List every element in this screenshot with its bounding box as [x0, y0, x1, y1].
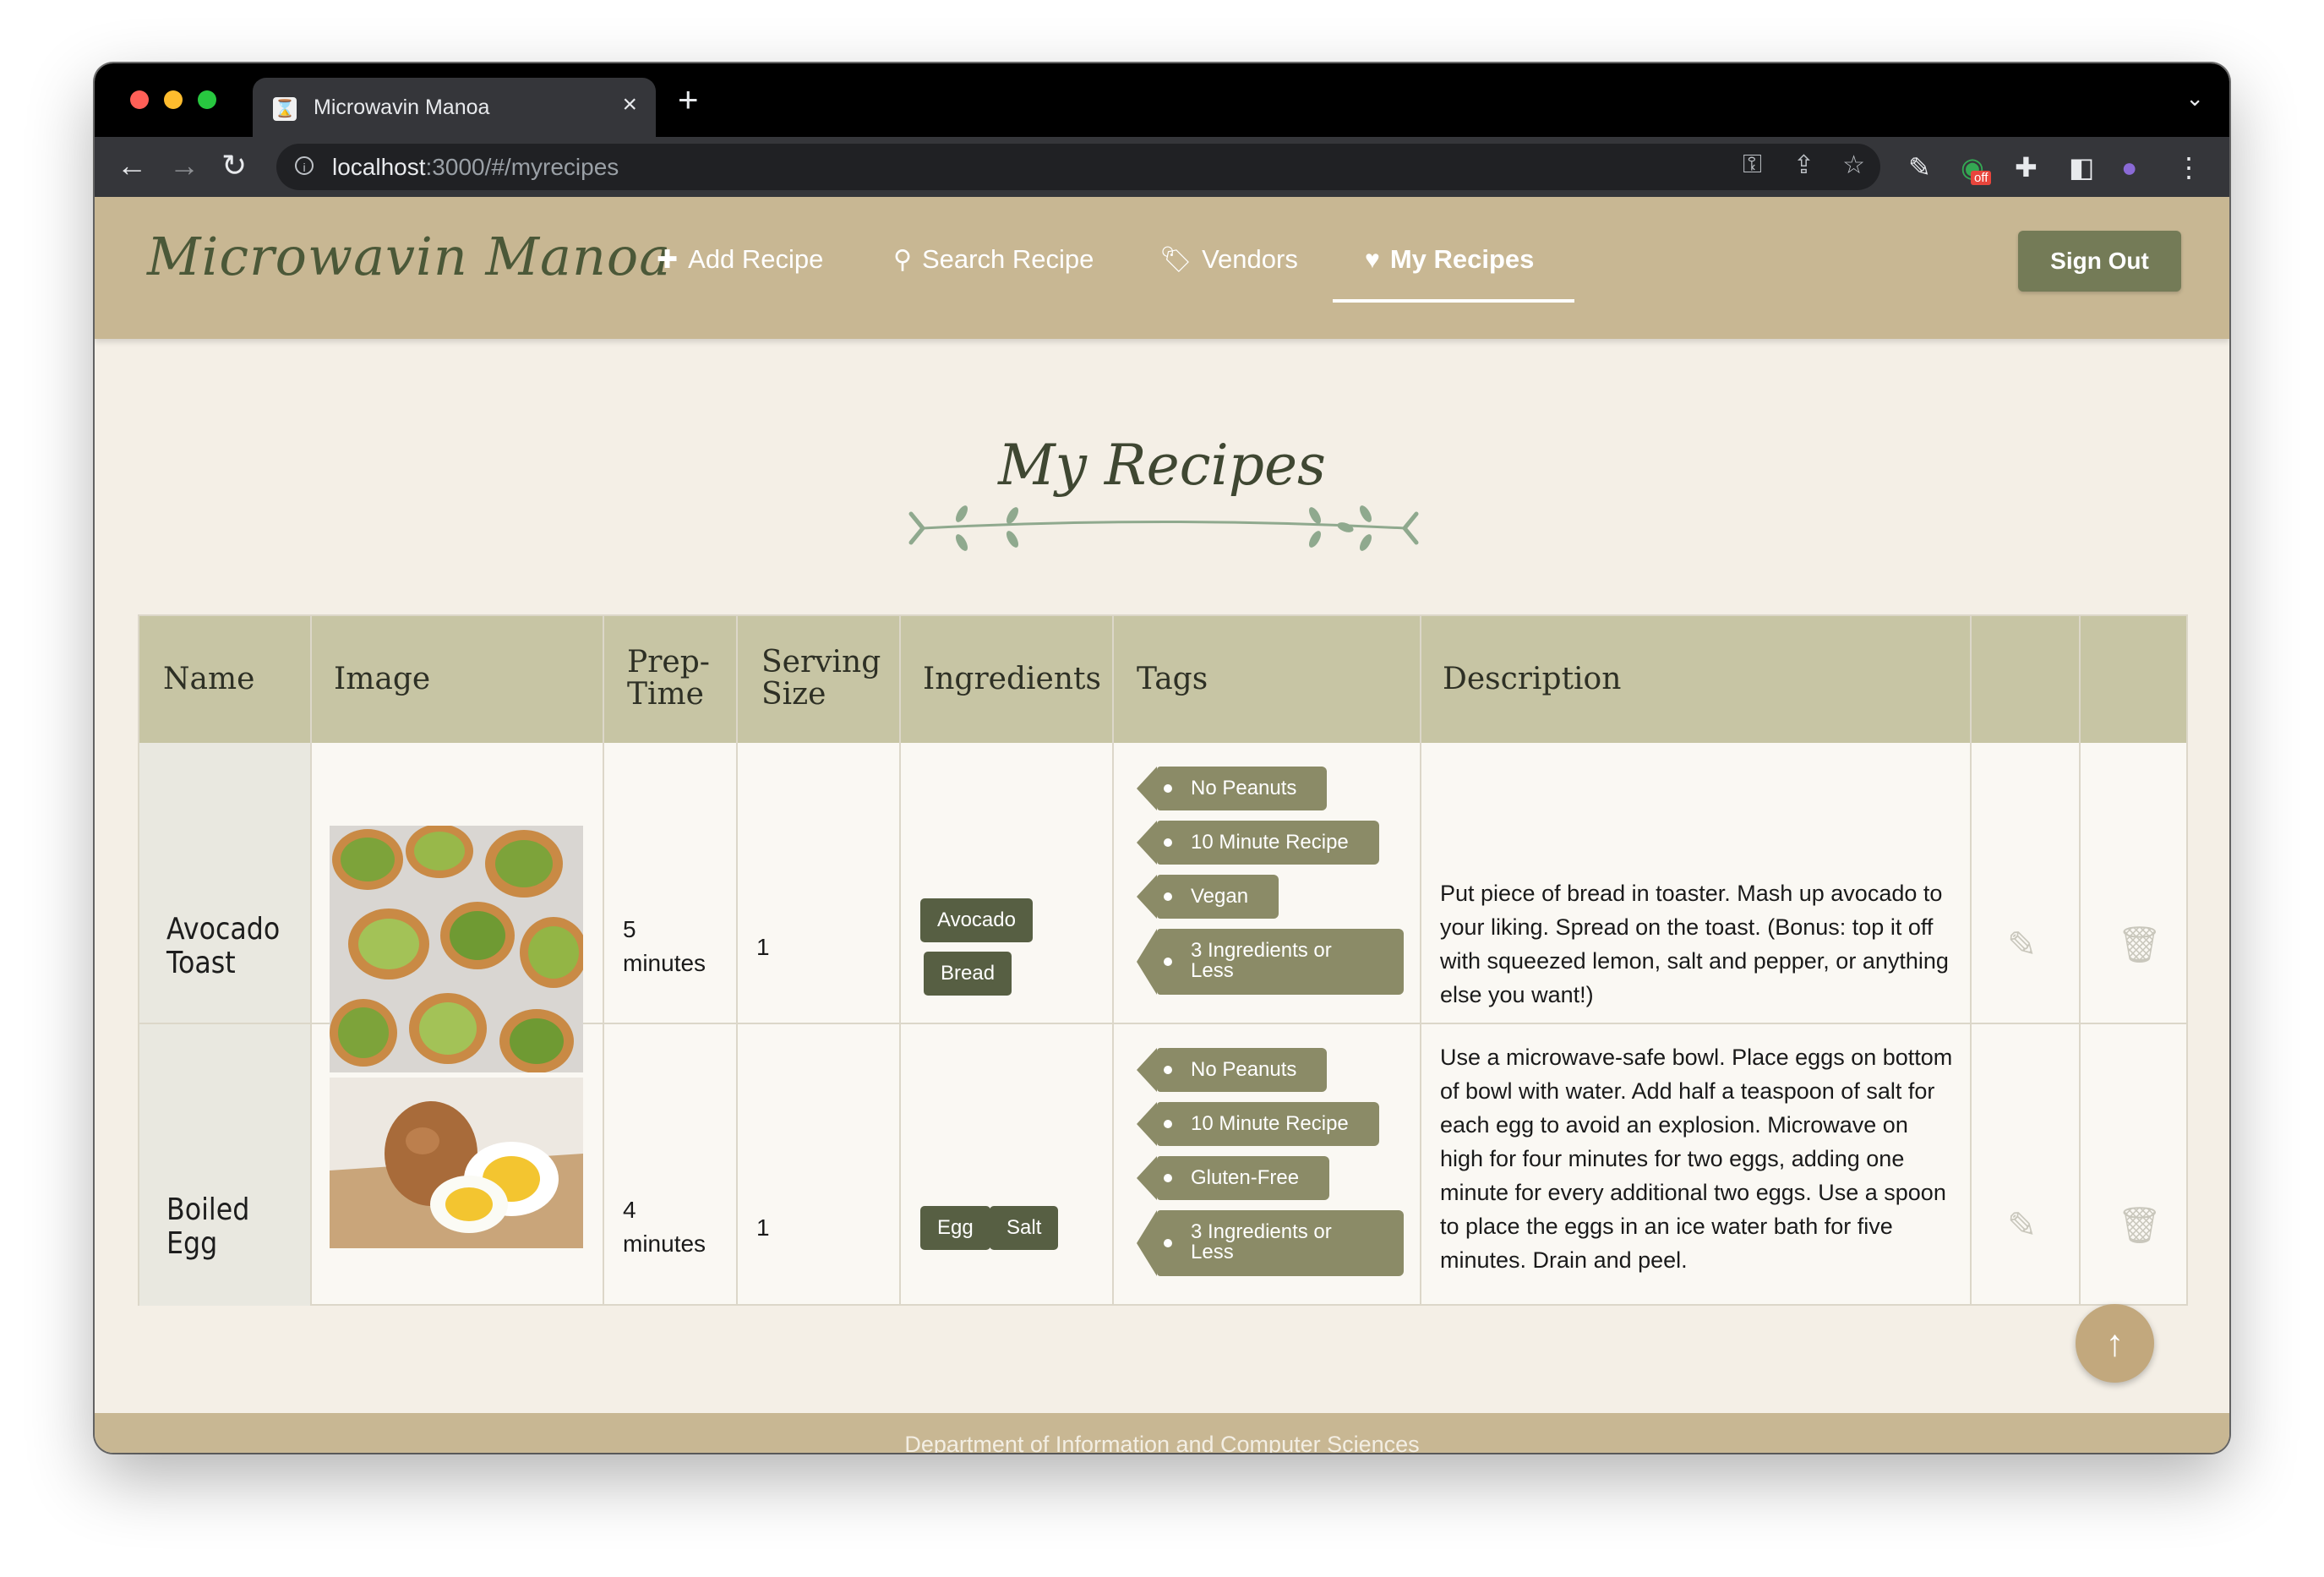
header-ingredients: Ingredients	[923, 662, 1101, 696]
maximize-window-button[interactable]	[198, 90, 216, 109]
trash-icon[interactable]: 🗑	[2117, 927, 2162, 963]
tag-label: 3 Ingredients or Less	[1137, 929, 1404, 995]
scroll-to-top-button[interactable]: ↑	[2076, 1304, 2154, 1383]
header-serving-size: Serving Size	[761, 645, 881, 712]
tag-label: 10 Minute Recipe	[1137, 1102, 1379, 1146]
tag-label: Gluten-Free	[1136, 1156, 1330, 1200]
app-navbar: Microwavin Manoa ✚ Add Recipe ⚲ Search Rec…	[95, 197, 2229, 339]
column-divider	[899, 616, 901, 1304]
url-text[interactable]: localhost:3000/#/myrecipes	[332, 154, 619, 181]
tab-title: Microwavin Manoa	[314, 95, 490, 119]
extension-badge: off	[1971, 171, 1992, 185]
column-divider	[736, 616, 738, 1304]
brand-logo[interactable]: Microwavin Manoa	[147, 226, 671, 287]
sign-out-button[interactable]: Sign Out	[2018, 231, 2181, 292]
forward-arrow-icon[interactable]: →	[169, 147, 199, 184]
browser-tab-bar: ⌛ Microwavin Manoa × + ⌄	[95, 63, 2229, 137]
nav-vendors[interactable]: 🏷 Vendors	[1159, 244, 1298, 275]
tag-label: No Peanuts	[1136, 767, 1328, 810]
column-divider	[603, 616, 604, 1304]
column-divider	[310, 616, 312, 1304]
footer: Department of Information and Computer S…	[95, 1413, 2229, 1453]
recipe-description: Put piece of bread in toaster. Mash up a…	[1440, 881, 1949, 1007]
avocado-toast-image[interactable]	[330, 826, 583, 1072]
ingredient-label: Egg	[920, 1206, 990, 1250]
plus-icon: ✚	[657, 246, 679, 274]
boiled-egg-image[interactable]	[330, 1078, 583, 1248]
back-arrow-icon[interactable]: ←	[117, 147, 147, 184]
edit-icon[interactable]: ✎	[2007, 1208, 2037, 1243]
header-name: Name	[163, 662, 255, 696]
recipe-description: Use a microwave-safe bowl. Place eggs on…	[1440, 1045, 1953, 1273]
column-divider	[1970, 616, 1972, 1304]
tab-close-icon[interactable]: ×	[622, 90, 637, 119]
tags-icon: 🏷	[1159, 246, 1192, 274]
tag-label: 10 Minute Recipe	[1137, 821, 1379, 865]
nav-search-recipe[interactable]: ⚲ Search Recipe	[893, 244, 1094, 275]
table-header: Name Image Prep- Time Serving Size Ingre…	[139, 616, 2186, 743]
heart-icon: ♥	[1365, 246, 1380, 274]
close-window-button[interactable]	[130, 90, 149, 109]
ingredient-label: Salt	[990, 1206, 1059, 1250]
column-divider	[1112, 616, 1114, 1304]
header-description: Description	[1443, 662, 1622, 696]
tab-search-chevron-icon[interactable]: ⌄	[2185, 85, 2204, 112]
browser-toolbar: ← → ↻ i localhost:3000/#/myrecipes ⚿ ⇪ ☆…	[95, 137, 2229, 197]
favicon-icon: ⌛	[273, 97, 297, 121]
prep-time: 4 minutes	[623, 1197, 706, 1257]
share-icon[interactable]: ⇪	[1793, 150, 1814, 180]
browser-tab[interactable]: ⌛ Microwavin Manoa ×	[253, 78, 656, 137]
pen-extension-icon[interactable]: ✎	[1908, 154, 1931, 181]
vine-divider-icon	[908, 505, 1419, 551]
nav-add-recipe[interactable]: ✚ Add Recipe	[657, 244, 823, 275]
serving-size: 1	[756, 1214, 770, 1241]
column-divider	[1420, 616, 1421, 1304]
prep-time: 5 minutes	[623, 916, 706, 976]
trash-icon[interactable]: 🗑	[2117, 1208, 2162, 1243]
serving-size: 1	[756, 934, 770, 960]
ingredient-label: Avocado	[920, 898, 1033, 942]
tag-label: 3 Ingredients or Less	[1137, 1210, 1404, 1276]
reload-icon[interactable]: ↻	[221, 147, 247, 184]
header-image: Image	[334, 662, 431, 696]
arrow-up-icon: ↑	[2105, 1323, 2125, 1364]
recipe-name: Avocado Toast	[166, 912, 281, 980]
address-bar[interactable]: i localhost:3000/#/myrecipes ⚿ ⇪ ☆	[276, 144, 1880, 190]
tag-label: Vegan	[1136, 875, 1279, 919]
nav-my-recipes[interactable]: ♥ My Recipes	[1365, 244, 1534, 275]
active-nav-underline	[1333, 299, 1574, 303]
search-icon: ⚲	[893, 246, 912, 274]
header-tags: Tags	[1137, 662, 1208, 696]
header-prep-time: Prep- Time	[627, 645, 710, 712]
ingredient-label: Bread	[924, 952, 1012, 996]
recipes-table: Name Image Prep- Time Serving Size Ingre…	[138, 614, 2188, 1306]
minimize-window-button[interactable]	[164, 90, 183, 109]
key-icon[interactable]: ⚿	[1743, 150, 1762, 179]
recipe-name: Boiled Egg	[166, 1192, 250, 1261]
tag-label: No Peanuts	[1136, 1048, 1328, 1092]
extensions-puzzle-icon[interactable]: ✚	[2015, 154, 2038, 181]
site-info-icon[interactable]: i	[295, 156, 314, 175]
bookmark-star-icon[interactable]: ☆	[1842, 150, 1865, 180]
browser-window: ⌛ Microwavin Manoa × + ⌄ ← → ↻ i localho…	[95, 63, 2229, 1453]
new-tab-button[interactable]: +	[678, 82, 699, 117]
footer-text: Department of Information and Computer S…	[904, 1432, 1420, 1453]
browser-menu-icon[interactable]: ⋮	[2175, 154, 2202, 181]
page-title: My Recipes	[998, 433, 1326, 498]
edit-icon[interactable]: ✎	[2007, 927, 2037, 963]
side-panel-icon[interactable]: ◧	[2069, 154, 2094, 181]
profile-avatar[interactable]: ●	[2121, 154, 2137, 181]
column-divider	[2079, 616, 2081, 1304]
